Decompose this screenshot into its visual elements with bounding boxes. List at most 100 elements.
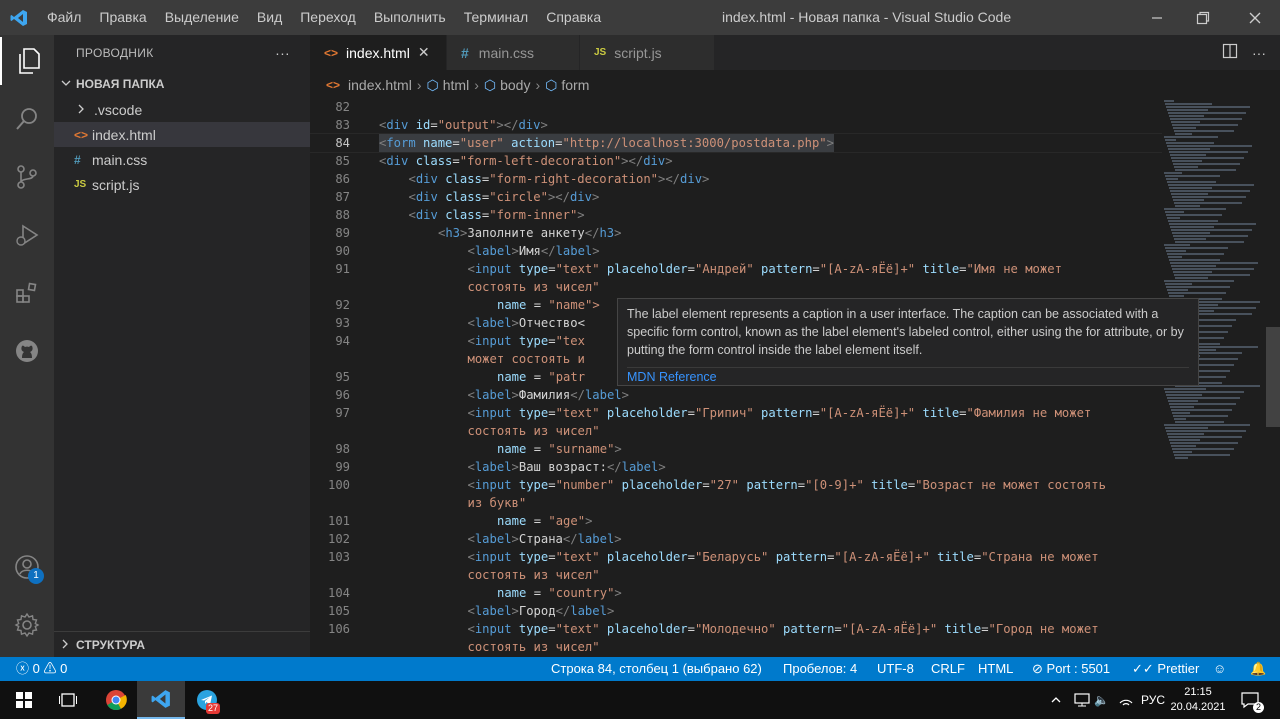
code-line[interactable]: 100 <input type="number" placeholder="27"… (310, 476, 1162, 494)
feedback-icon[interactable]: ☺ (1213, 657, 1226, 681)
language-mode[interactable]: HTML (978, 657, 1013, 681)
indentation-status[interactable]: Пробелов: 4 (783, 657, 857, 681)
close-window-icon[interactable] (1232, 0, 1278, 35)
code-line[interactable]: 85 <div class="form-left-decoration"></di… (310, 152, 1162, 170)
tab-index-html[interactable]: <> index.html ✕ (310, 35, 447, 70)
code-token: "text" (555, 262, 600, 276)
menu-item[interactable]: Файл (38, 0, 90, 35)
code-line[interactable]: 91 <input type="text" placeholder="Андрей… (310, 260, 1162, 278)
code-line[interactable]: 101 name = "age"> (310, 512, 1162, 530)
search-icon[interactable] (0, 95, 54, 143)
mdn-reference-link[interactable]: MDN Reference (627, 367, 1189, 386)
notifications-icon[interactable] (1240, 681, 1260, 719)
code-token: > (826, 136, 834, 150)
wifi-icon[interactable] (1118, 681, 1134, 719)
code-line[interactable]: 96 <label>Фамилия</label> (310, 386, 1162, 404)
code-line[interactable]: 88 <div class="form-inner"> (310, 206, 1162, 224)
code-token: </ (570, 388, 585, 402)
eol-status[interactable]: CRLF (931, 657, 965, 681)
restore-icon[interactable] (1180, 0, 1226, 35)
vscode-taskbar-icon[interactable] (137, 681, 185, 719)
code-line[interactable]: 90 <label>Имя</label> (310, 242, 1162, 260)
code-line[interactable]: 87 <div class="circle"></div> (310, 188, 1162, 206)
problems-status[interactable]: ⓧ 0 ⚠ 0 (16, 657, 67, 681)
tree-item-main-css[interactable]: # main.css (54, 147, 310, 172)
breadcrumb-item[interactable]: body (500, 77, 530, 93)
menu-item[interactable]: Справка (537, 0, 610, 35)
code-token: = (548, 478, 556, 492)
extensions-icon[interactable] (0, 269, 54, 317)
menu-item[interactable]: Правка (90, 0, 155, 35)
code-text: <input type="text" placeholder="Беларусь… (468, 548, 1099, 566)
minimap-line (1173, 235, 1248, 237)
code-token: pattern (775, 622, 835, 636)
more-actions-icon[interactable]: ··· (275, 45, 290, 61)
more-actions-icon[interactable]: ··· (1252, 45, 1266, 61)
minimap-line (1167, 181, 1216, 183)
source-control-icon[interactable] (0, 153, 54, 201)
tab-main-css[interactable]: # main.css (447, 35, 580, 70)
menu-item[interactable]: Вид (248, 0, 291, 35)
close-icon[interactable]: ✕ (418, 44, 430, 61)
breadcrumb-item[interactable]: form (561, 77, 589, 93)
code-token: div (415, 190, 438, 204)
settings-gear-icon[interactable] (0, 601, 54, 649)
accounts-icon[interactable] (0, 543, 54, 591)
scrollbar-thumb[interactable] (1266, 327, 1280, 427)
code-line[interactable]: 99 <label>Ваш возраст:</label> (310, 458, 1162, 476)
menu-item[interactable]: Выделение (156, 0, 248, 35)
menu-item[interactable]: Выполнить (365, 0, 455, 35)
minimap-line (1175, 205, 1200, 207)
line-number: 106 (327, 622, 350, 636)
tree-item-index-html[interactable]: <> index.html (54, 122, 310, 147)
volume-icon[interactable]: 🔈 (1094, 681, 1109, 719)
tray-chevron-icon[interactable] (1050, 681, 1062, 719)
network-icon[interactable] (1074, 681, 1090, 719)
system-clock[interactable]: 21:15 20.04.2021 (1166, 685, 1230, 715)
code-line[interactable]: 102 <label>Страна</label> (310, 530, 1162, 548)
windows-start-icon[interactable] (0, 681, 48, 719)
code-line[interactable]: 89 <h3>Заполните анкету</h3> (310, 224, 1162, 242)
code-line[interactable]: из букв" (310, 494, 1162, 512)
tree-item-script-js[interactable]: JS script.js (54, 172, 310, 197)
code-line[interactable]: 97 <input type="text" placeholder="Грипич… (310, 404, 1162, 422)
code-line[interactable]: 98 name = "surname"> (310, 440, 1162, 458)
menu-item[interactable]: Терминал (455, 0, 537, 35)
no-entry-icon: ⊘ (1032, 661, 1043, 676)
live-server-status[interactable]: ⊘ Port : 5501 (1032, 657, 1110, 681)
code-line[interactable]: 104 name = "country"> (310, 584, 1162, 602)
notifications-bell-icon[interactable]: 🔔 (1250, 657, 1266, 681)
code-line[interactable]: 83 <div id="output"></div> (310, 116, 1162, 134)
split-editor-icon[interactable] (1222, 43, 1238, 62)
code-line[interactable]: состоять из чисел" (310, 566, 1162, 584)
tab-script-js[interactable]: JS script.js (580, 35, 715, 70)
code-line[interactable]: 86 <div class="form-right-decoration"></d… (310, 170, 1162, 188)
outline-section[interactable]: СТРУКТУРА (54, 631, 310, 657)
encoding-status[interactable]: UTF-8 (877, 657, 914, 681)
code-token: "Имя не может (966, 262, 1062, 276)
code-line[interactable]: состоять из чисел" (310, 422, 1162, 440)
code-token: Ваш возраст: (518, 460, 607, 474)
minimize-icon[interactable] (1134, 0, 1180, 35)
code-line[interactable]: 106 <input type="text" placeholder="Молод… (310, 620, 1162, 638)
menu-item[interactable]: Переход (291, 0, 365, 35)
code-line[interactable]: 103 <input type="text" placeholder="Белар… (310, 548, 1162, 566)
code-line[interactable]: 82 (310, 100, 1162, 116)
breadcrumb-item[interactable]: html (443, 77, 469, 93)
task-view-icon[interactable] (44, 681, 92, 719)
github-icon[interactable] (0, 327, 54, 375)
tree-item-vscode[interactable]: .vscode (54, 97, 310, 122)
code-line[interactable]: состоять из чисел" (310, 278, 1162, 296)
prettier-status[interactable]: ✓✓ Prettier (1132, 657, 1199, 681)
code-line[interactable]: состоять из чисел" (310, 638, 1162, 656)
run-debug-icon[interactable] (0, 211, 54, 259)
explorer-icon[interactable] (0, 37, 54, 85)
breadcrumb-item[interactable]: index.html (348, 77, 412, 93)
chrome-icon[interactable] (92, 681, 140, 719)
cursor-position[interactable]: Строка 84, столбец 1 (выбрано 62) (551, 657, 762, 681)
minimap-line (1170, 262, 1258, 264)
workspace-folder[interactable]: НОВАЯ ПАПКА (54, 71, 310, 97)
code-line[interactable]: 105 <label>Город</label> (310, 602, 1162, 620)
code-line[interactable]: 84 <form name="user" action="http://local… (310, 133, 1162, 153)
input-language[interactable]: РУС (1141, 681, 1165, 719)
